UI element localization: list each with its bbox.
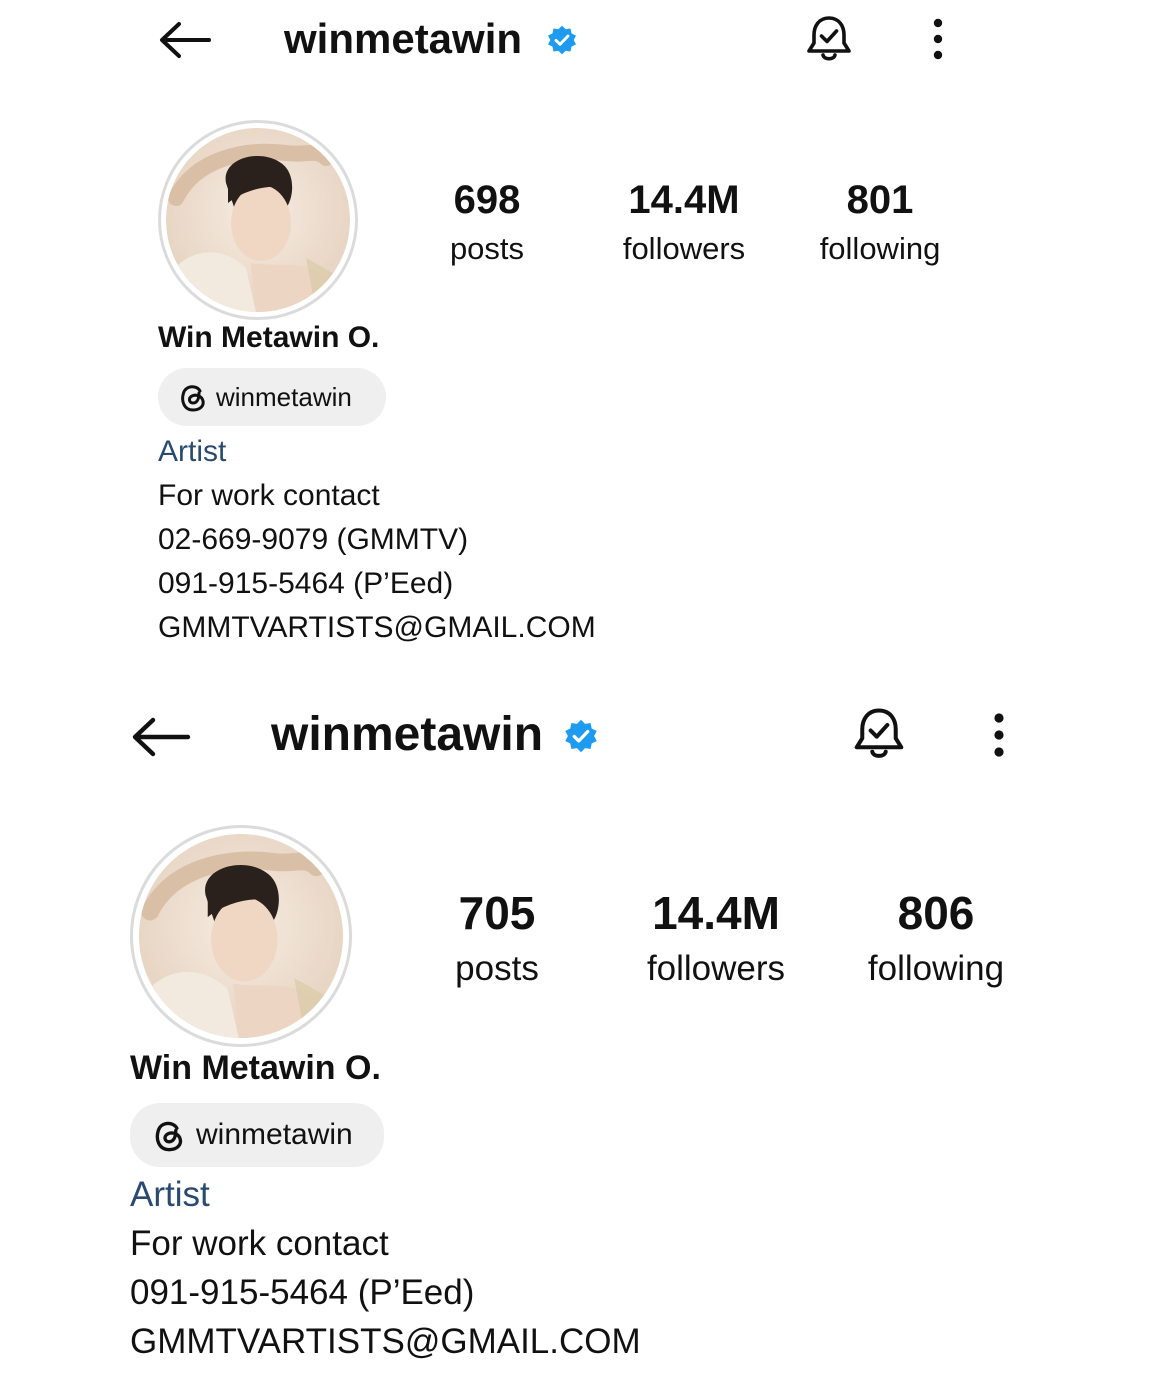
threads-handle: winmetawin (196, 1118, 353, 1151)
following-count[interactable]: 806 (856, 886, 1016, 940)
profile-photo (139, 834, 343, 1038)
verified-badge-icon (565, 719, 597, 753)
more-options-icon (994, 713, 1004, 757)
followers-label[interactable]: followers (626, 948, 806, 990)
profile-username: winmetawin (271, 708, 544, 761)
bio-line: 091-915-5464 (P’Eed) (158, 567, 454, 600)
avatar[interactable] (130, 825, 352, 1047)
bio-line: 091-915-5464 (P’Eed) (130, 1273, 475, 1312)
threads-link[interactable]: winmetawin (130, 1103, 384, 1167)
threads-handle: winmetawin (216, 381, 352, 412)
notifications-button[interactable] (804, 14, 854, 66)
display-name: Win Metawin O. (130, 1049, 381, 1087)
threads-link[interactable]: winmetawin (158, 368, 386, 426)
posts-count: 705 (458, 887, 536, 939)
threads-icon (155, 1121, 183, 1152)
bio-line: For work contact (158, 479, 380, 512)
profile-category: Artist (130, 1175, 210, 1214)
back-arrow-icon (132, 717, 191, 757)
profile-category: Artist (158, 435, 227, 468)
posts-count: 698 (453, 178, 521, 222)
bell-check-icon (854, 708, 904, 758)
posts-label: posts (455, 949, 539, 988)
notifications-button[interactable] (851, 706, 907, 764)
following-label[interactable]: following (846, 948, 1026, 990)
more-options-icon (933, 18, 943, 60)
back-button[interactable] (130, 714, 192, 760)
more-options-button[interactable] (984, 710, 1014, 760)
followers-label[interactable]: followers (604, 230, 764, 268)
back-button[interactable] (157, 18, 213, 62)
back-arrow-icon (160, 22, 211, 58)
avatar[interactable] (158, 120, 358, 320)
following-count[interactable]: 801 (810, 176, 950, 224)
profile-username: winmetawin (284, 15, 523, 62)
bio-email[interactable]: GMMTVARTISTS@GMAIL.COM (158, 610, 596, 646)
profile-photo (166, 128, 350, 312)
following-label[interactable]: following (800, 230, 960, 268)
bio-line: 02-669-9079 (GMMTV) (158, 523, 469, 556)
verified-badge-icon (548, 25, 576, 55)
posts-label: posts (449, 231, 525, 266)
followers-count[interactable]: 14.4M (626, 886, 806, 940)
display-name: Win Metawin O. (158, 321, 380, 354)
threads-icon (181, 385, 205, 412)
bell-check-icon (807, 16, 851, 61)
more-options-button[interactable] (924, 16, 952, 62)
followers-count[interactable]: 14.4M (604, 176, 764, 224)
bio-line: For work contact (130, 1224, 389, 1263)
bio-email[interactable]: GMMTVARTISTS@GMAIL.COM (130, 1321, 641, 1363)
